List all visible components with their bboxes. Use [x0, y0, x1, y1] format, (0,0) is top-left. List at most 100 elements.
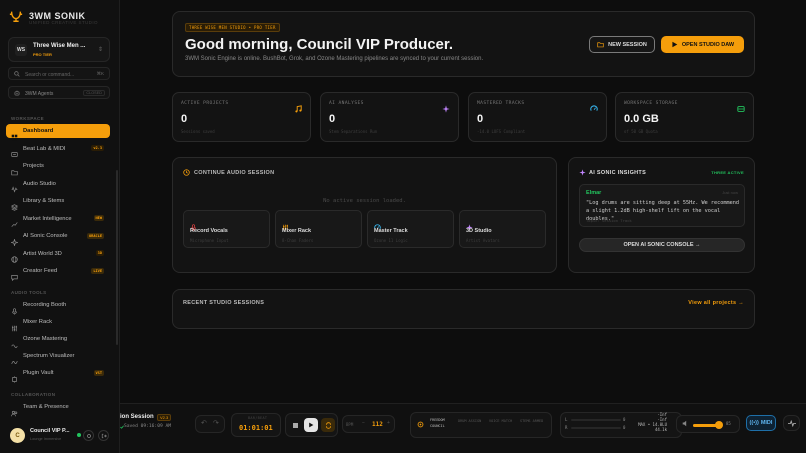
stat-label: ACTIVE PROJECTS	[181, 101, 229, 106]
meter-left-bar	[571, 419, 621, 421]
sidebar-item-dashboard[interactable]: Dashboard	[6, 124, 110, 140]
sidebar-item-label: Audio Studio	[23, 180, 56, 187]
speaker-icon	[682, 420, 687, 427]
sidebar-item-market-intelligence[interactable]: Market Intelligence NEW	[6, 212, 110, 227]
stat-sub: Stem Separations Run	[329, 129, 378, 134]
projects-icon	[11, 163, 18, 175]
tool-sub: Microphone Input	[190, 238, 229, 243]
sidebar-item-plugin-vault[interactable]: Plugin Vault VST	[6, 366, 110, 383]
bpm-increase-icon[interactable]: +	[387, 420, 390, 426]
stat-card-active-projects[interactable]: ACTIVE PROJECTS 0 Sessions saved	[172, 92, 311, 142]
mixer-icon	[11, 319, 18, 331]
sidebar-item-library-stems[interactable]: Library & Stems	[6, 194, 110, 211]
pipeline-label-1: FREEDOM	[430, 418, 445, 422]
sparkles-icon	[579, 169, 586, 176]
volume-slider[interactable]	[693, 421, 723, 429]
user-settings-button[interactable]	[83, 430, 94, 441]
volume-knob[interactable]	[714, 421, 723, 429]
stat-value: 0	[477, 113, 484, 125]
project-switcher[interactable]: WS Three Wise Men ... PRO TIER ⇕	[8, 37, 110, 62]
ai-console-icon	[10, 233, 19, 247]
saved-status: Saved 09:16:09 AM	[124, 424, 172, 429]
activity-button[interactable]	[783, 415, 800, 431]
view-all-projects-link[interactable]: View all projects →	[688, 300, 744, 306]
audio-tools-section-label: AUDIO TOOLS	[11, 290, 47, 295]
search-shortcut: ⌘K	[96, 70, 104, 76]
loop-icon	[325, 421, 331, 429]
agents-status-badge: CLOSED	[83, 90, 105, 96]
stop-button[interactable]	[288, 418, 302, 432]
team-icon	[11, 404, 18, 416]
sidebar-item-badge: ORACLE	[87, 232, 104, 239]
sidebar-item-label: Market Intelligence	[23, 215, 72, 222]
bpm-label: BPM	[346, 422, 354, 427]
loop-button[interactable]	[321, 418, 335, 432]
insights-title: AI SONIC INSIGHTS	[589, 170, 647, 176]
sidebar-item-ozone-mastering[interactable]: Ozone Mastering	[6, 332, 110, 348]
tool-card-master-track[interactable]: Master Track Ozone 11 Logic	[367, 210, 454, 248]
sidebar-item-mixer-rack[interactable]: Mixer Rack	[6, 315, 110, 331]
midi-button[interactable]: ((•)) MIDI	[746, 415, 776, 431]
new-session-label: NEW SESSION	[608, 41, 647, 48]
sidebar-scrollbar[interactable]	[116, 170, 118, 345]
tool-card-record-vocals[interactable]: Record Vocals Microphone Input	[183, 210, 270, 248]
sidebar-item-projects[interactable]: Projects	[6, 159, 110, 175]
sparkles-icon	[466, 218, 473, 231]
sidebar-item-recording-booth[interactable]: Recording Booth	[6, 298, 110, 315]
sidebar-item-badge: NEW	[93, 215, 104, 221]
sidebar-item-label: Beat Lab & MIDI	[23, 145, 66, 152]
sidebar-item-creator-feed[interactable]: Creator Feed LIVE	[6, 264, 110, 281]
stat-card-workspace-storage[interactable]: WORKSPACE STORAGE 0.0 GB of 50 GB Quota	[615, 92, 754, 142]
agents-label: 3WM Agents	[25, 90, 54, 97]
stat-label: WORKSPACE STORAGE	[624, 101, 678, 106]
stat-card-ai-analyses[interactable]: AI ANALYSES 0 Stem Separations Run	[320, 92, 459, 142]
recent-sessions-title: RECENT STUDIO SESSIONS	[183, 300, 265, 306]
clock-icon	[183, 169, 190, 176]
midi-label: MIDI	[760, 420, 773, 426]
meter-right-label: R	[565, 425, 568, 430]
stop-icon	[292, 422, 298, 428]
gauge-icon	[374, 218, 381, 230]
sidebar-item-label: Mixer Rack	[23, 319, 52, 325]
page-title: Good morning, Council VIP Producer.	[185, 36, 454, 53]
search-input[interactable]: Search or command... ⌘K	[8, 67, 110, 80]
stat-sub: Sessions saved	[181, 129, 215, 134]
insight-card: Elmar Just now "Log drums are sitting de…	[579, 184, 745, 227]
open-ai-console-button[interactable]: OPEN AI SONIC CONSOLE →	[579, 238, 745, 252]
project-name: Three Wise Men ...	[33, 43, 86, 49]
sidebar-item-label: Creator Feed	[23, 268, 58, 274]
stat-value: 0	[329, 113, 336, 125]
sidebar-item-beat-lab-midi[interactable]: Beat Lab & MIDI v2.3	[6, 142, 110, 157]
mixer-icon	[282, 218, 289, 231]
tool-card-mixer-rack[interactable]: Mixer Rack 8-Chan Faders	[275, 210, 362, 248]
play-icon	[672, 41, 678, 48]
sidebar-item-artist-world-3d[interactable]: Artist World 3D 3D	[6, 247, 110, 263]
user-profile[interactable]: C Council VIP P... Lounge Immersive	[6, 424, 112, 447]
sidebar-item-audio-studio[interactable]: Audio Studio	[6, 177, 110, 193]
logout-button[interactable]	[98, 430, 109, 441]
time-display-label: BAR/BEAT	[248, 416, 268, 420]
beat-lab-icon	[11, 145, 18, 157]
play-button[interactable]	[304, 418, 318, 432]
session-version-badge: V2.3	[157, 414, 172, 421]
stat-card-mastered-tracks[interactable]: MASTERED TRACKS 0 -14.0 LUFS Compliant	[468, 92, 607, 142]
agents-button[interactable]: 3WM Agents CLOSED	[8, 86, 110, 99]
undo-icon[interactable]: ↶	[201, 419, 207, 427]
redo-icon[interactable]: ↷	[213, 419, 219, 427]
bpm-decrease-icon[interactable]: −	[362, 420, 365, 426]
robot-icon	[14, 90, 20, 96]
open-studio-daw-button[interactable]: OPEN STUDIO DAW	[661, 36, 744, 53]
transport-bar: ion Session V2.3 Saved 09:16:09 AM ↶ ↷ B…	[120, 403, 806, 453]
hero-subtitle: 3WM Sonic Engine is online. BushBot, Gro…	[185, 56, 484, 62]
new-session-button[interactable]: NEW SESSION	[589, 36, 655, 53]
insight-meta: Topic: Session Track	[586, 218, 632, 223]
pipeline-step: DRUM ASSIGN	[458, 419, 482, 423]
sidebar-item-spectrum-visualizer[interactable]: Spectrum Visualizer	[6, 349, 110, 364]
sidebar-item-label: Plugin Vault	[23, 370, 54, 376]
sidebar-item-ai-sonic-console[interactable]: AI Sonic Console ORACLE	[6, 229, 110, 247]
tool-card-3d-studio[interactable]: 3D Studio Artist Avatars	[459, 210, 546, 248]
pipeline-icon	[417, 421, 424, 428]
sidebar-item-label: Team & Presence	[23, 404, 69, 410]
sidebar-item-team-presence[interactable]: Team & Presence	[6, 400, 110, 416]
tool-label: Master Track	[374, 228, 408, 234]
